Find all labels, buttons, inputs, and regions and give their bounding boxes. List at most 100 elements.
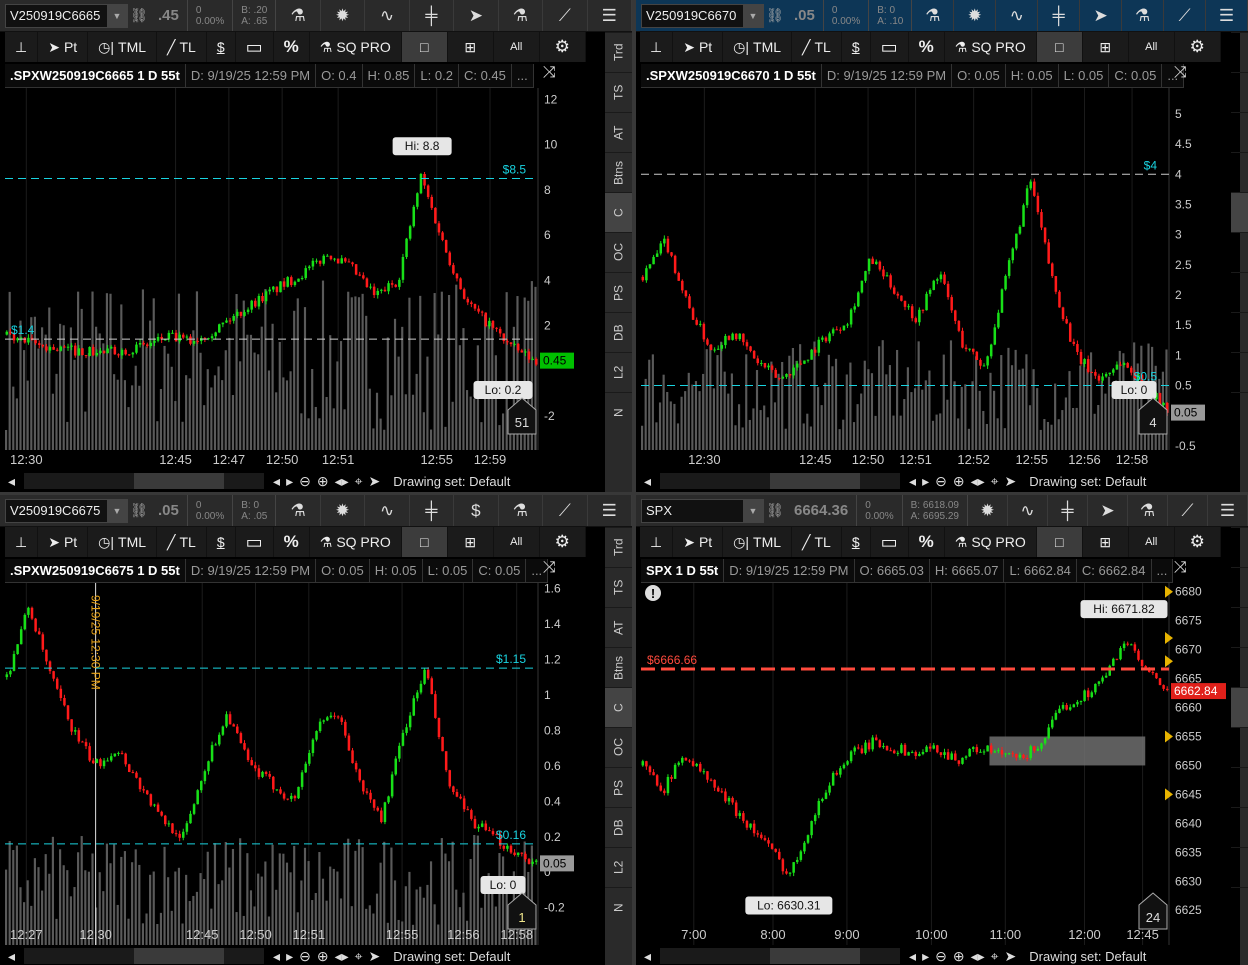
scroll-left-icon[interactable]: ◂	[641, 473, 654, 490]
sq-pro-button[interactable]: ⚗ SQ PRO	[310, 527, 402, 557]
fit-icon[interactable]: ◂▸	[332, 948, 352, 965]
crosshair-icon[interactable]: ⌖	[988, 473, 1002, 490]
trendline-tool[interactable]: ╱ TL	[157, 527, 207, 557]
flask-icon[interactable]: ⚗	[499, 0, 544, 31]
flask-icon[interactable]: ⚗	[912, 0, 955, 31]
step-left-icon[interactable]: ◂	[270, 473, 283, 490]
zoom-in-icon[interactable]: ⊕	[314, 473, 332, 490]
gear-icon[interactable]: ✹	[321, 0, 366, 31]
chevron-down-icon[interactable]: ▼	[743, 499, 763, 522]
rectangle-tool[interactable]: ▭	[871, 527, 909, 557]
wave-icon[interactable]: ∿	[365, 0, 410, 31]
flask-icon[interactable]: ⚗	[1128, 495, 1168, 526]
price-point-tool[interactable]: ➤ Pt	[38, 32, 89, 62]
grid-layout-button[interactable]: ⊞	[1083, 527, 1129, 557]
side-tab-trd[interactable]: Trd	[1230, 32, 1248, 72]
rectangle-tool[interactable]: ▭	[871, 32, 909, 62]
gear-icon[interactable]: ✹	[321, 495, 366, 526]
crosshair-icon[interactable]: ⌖	[352, 948, 366, 965]
settings-button[interactable]: ⚙	[540, 32, 586, 62]
dollar-icon[interactable]: $	[454, 495, 499, 526]
drawing-icon[interactable]: ⟋	[1164, 0, 1207, 31]
link-icon[interactable]: ⛓	[128, 7, 150, 24]
side-tab-at[interactable]: AT	[605, 112, 632, 152]
scroll-thumb[interactable]	[770, 948, 861, 964]
price-chart[interactable]: 6680667566706665666066556650664566406635…	[641, 583, 1241, 945]
single-layout-button[interactable]: □	[401, 527, 448, 557]
link-icon[interactable]: ⛓	[128, 502, 150, 519]
symbol-selector[interactable]: SPX ▼	[641, 498, 764, 523]
wave-icon[interactable]: ∿	[1008, 495, 1048, 526]
side-tab-oc[interactable]: OC	[605, 727, 632, 767]
side-tab-l2[interactable]: L2	[605, 847, 632, 887]
scroll-track[interactable]	[660, 473, 901, 489]
pin-button[interactable]: ⊥	[5, 32, 39, 62]
grid-layout-button[interactable]: ⊞	[448, 527, 494, 557]
flask-icon[interactable]: ⚗	[499, 495, 544, 526]
scroll-left-icon[interactable]: ◂	[641, 948, 654, 965]
price-point-tool[interactable]: ➤ Pt	[673, 527, 724, 557]
symbol-selector[interactable]: V250919C6665 ▼	[5, 3, 128, 28]
scroll-track[interactable]	[660, 948, 901, 964]
rectangle-tool[interactable]: ▭	[236, 527, 274, 557]
tml-tool[interactable]: ◷| TML	[723, 32, 793, 62]
tml-tool[interactable]: ◷| TML	[723, 527, 793, 557]
all-button[interactable]: All	[1129, 527, 1175, 557]
tml-tool[interactable]: ◷| TML	[88, 527, 158, 557]
zoom-in-icon[interactable]: ⊕	[950, 473, 968, 490]
drawing-set-selector[interactable]: Drawing set: Default	[393, 949, 510, 964]
zoom-in-icon[interactable]: ⊕	[950, 948, 968, 965]
side-tab-ts[interactable]: TS	[605, 567, 632, 607]
side-tab-at[interactable]: AT	[605, 607, 632, 647]
cursor-icon[interactable]: ➤	[454, 0, 499, 31]
crosshair-icon[interactable]: ⌖	[988, 948, 1002, 965]
side-tab-trd[interactable]: Trd	[605, 527, 632, 567]
fit-icon[interactable]: ◂▸	[968, 473, 988, 490]
all-button[interactable]: All	[494, 527, 540, 557]
menu-icon[interactable]: ☰	[588, 0, 632, 31]
cursor-icon[interactable]: ➤	[1002, 473, 1020, 490]
trendline-tool[interactable]: ╱ TL	[157, 32, 207, 62]
sq-pro-button[interactable]: ⚗ SQ PRO	[945, 527, 1037, 557]
zoom-out-icon[interactable]: ⊖	[296, 948, 314, 965]
step-left-icon[interactable]: ◂	[906, 473, 919, 490]
pin-button[interactable]: ⊥	[640, 32, 674, 62]
percent-tool[interactable]: %	[909, 527, 945, 557]
flask-icon[interactable]: ⚗	[276, 495, 321, 526]
trendline-tool[interactable]: ╱ TL	[792, 527, 842, 557]
scroll-left-icon[interactable]: ◂	[5, 948, 18, 965]
candles-icon[interactable]: ╪	[1048, 495, 1088, 526]
step-left-icon[interactable]: ◂	[270, 948, 283, 965]
scroll-thumb[interactable]	[134, 473, 225, 489]
all-button[interactable]: All	[1129, 32, 1175, 62]
side-tab-trd[interactable]: Trd	[605, 32, 632, 72]
side-tab-trd[interactable]: Trd	[1230, 527, 1248, 567]
price-point-tool[interactable]: ➤ Pt	[673, 32, 724, 62]
drawing-set-selector[interactable]: Drawing set: Default	[1029, 474, 1146, 489]
drawing-icon[interactable]: ⟋	[543, 495, 588, 526]
gear-icon[interactable]: ✹	[968, 495, 1008, 526]
link-icon[interactable]: ⛓	[764, 7, 786, 24]
sq-pro-button[interactable]: ⚗ SQ PRO	[310, 32, 402, 62]
symbol-selector[interactable]: V250919C6675 ▼	[5, 498, 128, 523]
flask-icon[interactable]: ⚗	[276, 0, 321, 31]
swap-icon[interactable]: ⤨	[1174, 64, 1187, 82]
drawing-icon[interactable]: ⟋	[543, 0, 588, 31]
side-tab-n[interactable]: N	[605, 887, 632, 927]
swap-icon[interactable]: ⤨	[1174, 559, 1187, 577]
drawing-icon[interactable]: ⟋	[1168, 495, 1208, 526]
flask-icon[interactable]: ⚗	[1122, 0, 1165, 31]
more-button[interactable]: ...	[1152, 559, 1174, 582]
price-level-tool[interactable]: $	[207, 527, 236, 557]
price-level-tool[interactable]: $	[207, 32, 236, 62]
chevron-down-icon[interactable]: ▼	[107, 4, 127, 27]
menu-icon[interactable]: ☰	[1208, 495, 1248, 526]
side-tab-ps[interactable]: PS	[605, 272, 632, 312]
settings-button[interactable]: ⚙	[1175, 527, 1221, 557]
side-tab-db[interactable]: DB	[605, 807, 632, 847]
price-point-tool[interactable]: ➤ Pt	[38, 527, 89, 557]
price-chart[interactable]: 1.61.41.210.80.60.40.20-0.29/19/25 12:30…	[5, 583, 603, 945]
drawing-set-selector[interactable]: Drawing set: Default	[1029, 949, 1146, 964]
side-tab-btns[interactable]: Btns	[605, 647, 632, 687]
step-right-icon[interactable]: ▸	[919, 473, 932, 490]
